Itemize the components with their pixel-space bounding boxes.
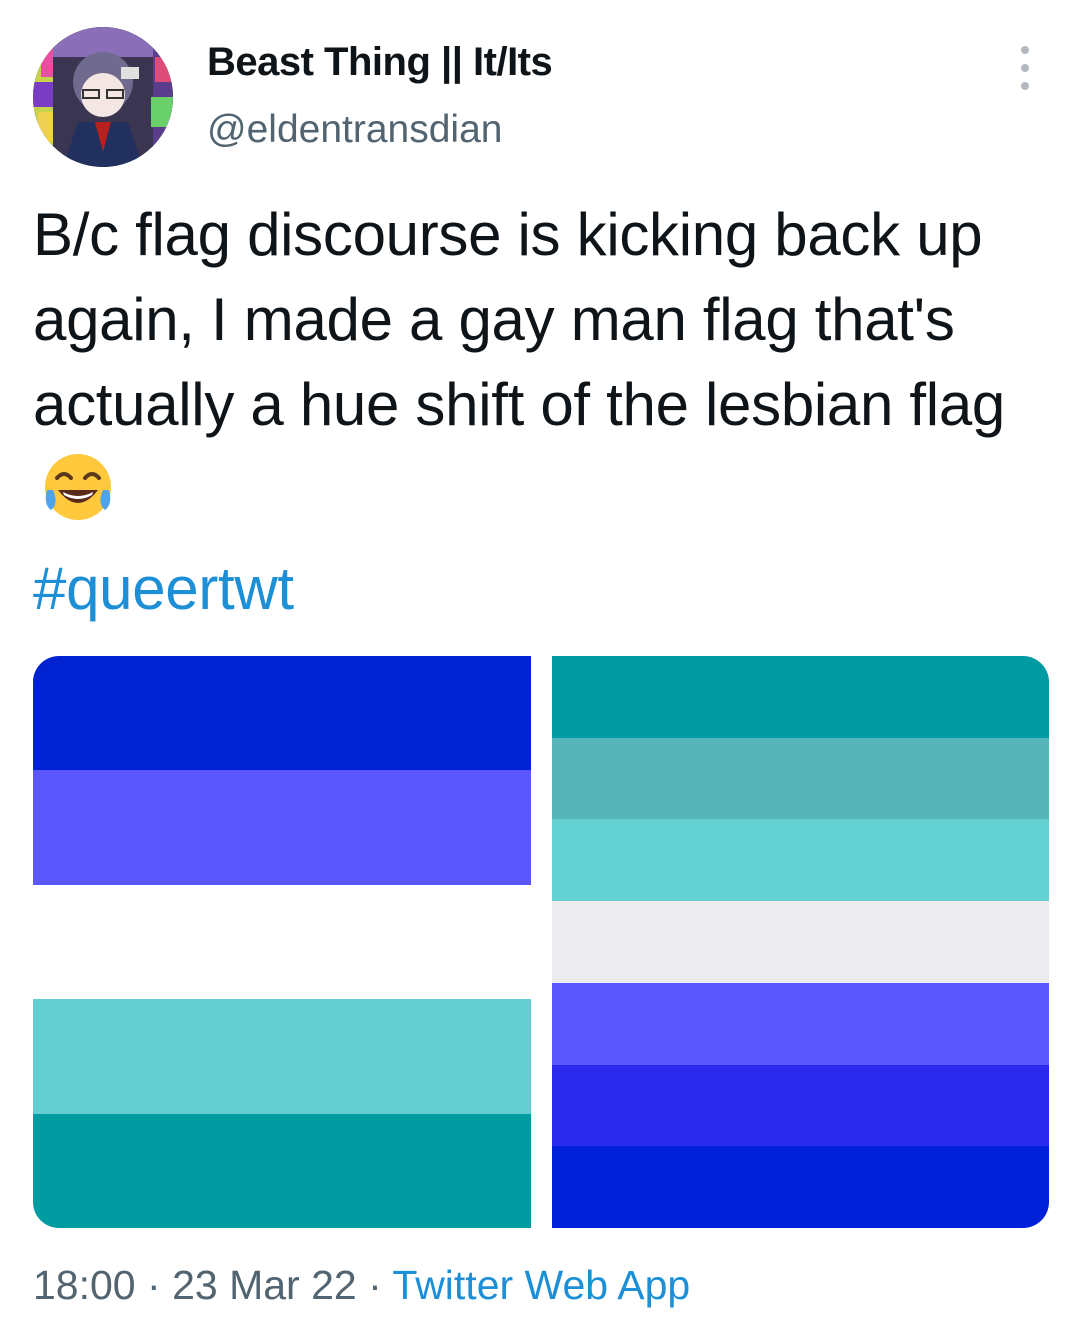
- flag-stripe: [551, 656, 1049, 738]
- flag-stripe: [551, 737, 1049, 820]
- tweet-date[interactable]: 23 Mar 22: [172, 1262, 357, 1308]
- tweet-time[interactable]: 18:00: [33, 1262, 136, 1308]
- separator: ·: [147, 1262, 161, 1308]
- flag-stripe: [33, 1113, 531, 1228]
- tweet-text: B/c flag discourse is kicking back up ag…: [33, 192, 1043, 631]
- hashtag-link[interactable]: #queertwt: [33, 546, 1043, 631]
- flag-stripe: [33, 656, 531, 771]
- flag-stripe: [551, 819, 1049, 902]
- tweet-source[interactable]: Twitter Web App: [392, 1262, 690, 1308]
- display-name[interactable]: Beast Thing || It/Its: [207, 40, 553, 85]
- separator: ·: [368, 1262, 382, 1308]
- flag-stripe: [33, 884, 531, 1000]
- tweet-media[interactable]: [33, 656, 1049, 1228]
- more-options-icon[interactable]: [1010, 46, 1040, 90]
- tweet-meta: 18:00 · 23 Mar 22 · Twitter Web App: [33, 1262, 690, 1309]
- dot: [1021, 46, 1029, 54]
- dot: [1021, 64, 1029, 72]
- avatar[interactable]: [33, 27, 173, 167]
- flag-stripe: [551, 1146, 1049, 1228]
- flag-stripe: [551, 901, 1049, 983]
- tweet-body: B/c flag discourse is kicking back up ag…: [33, 201, 1005, 438]
- flag-stripe: [551, 982, 1049, 1065]
- flag-stripe: [33, 770, 531, 885]
- dot: [1021, 82, 1029, 90]
- left-flag-image[interactable]: [33, 656, 531, 1228]
- flag-stripe: [33, 999, 531, 1114]
- face-with-tears-of-joy-icon: [41, 450, 115, 546]
- user-handle[interactable]: @eldentransdian: [207, 108, 502, 152]
- flag-stripe: [551, 1064, 1049, 1147]
- right-flag-image[interactable]: [551, 656, 1049, 1228]
